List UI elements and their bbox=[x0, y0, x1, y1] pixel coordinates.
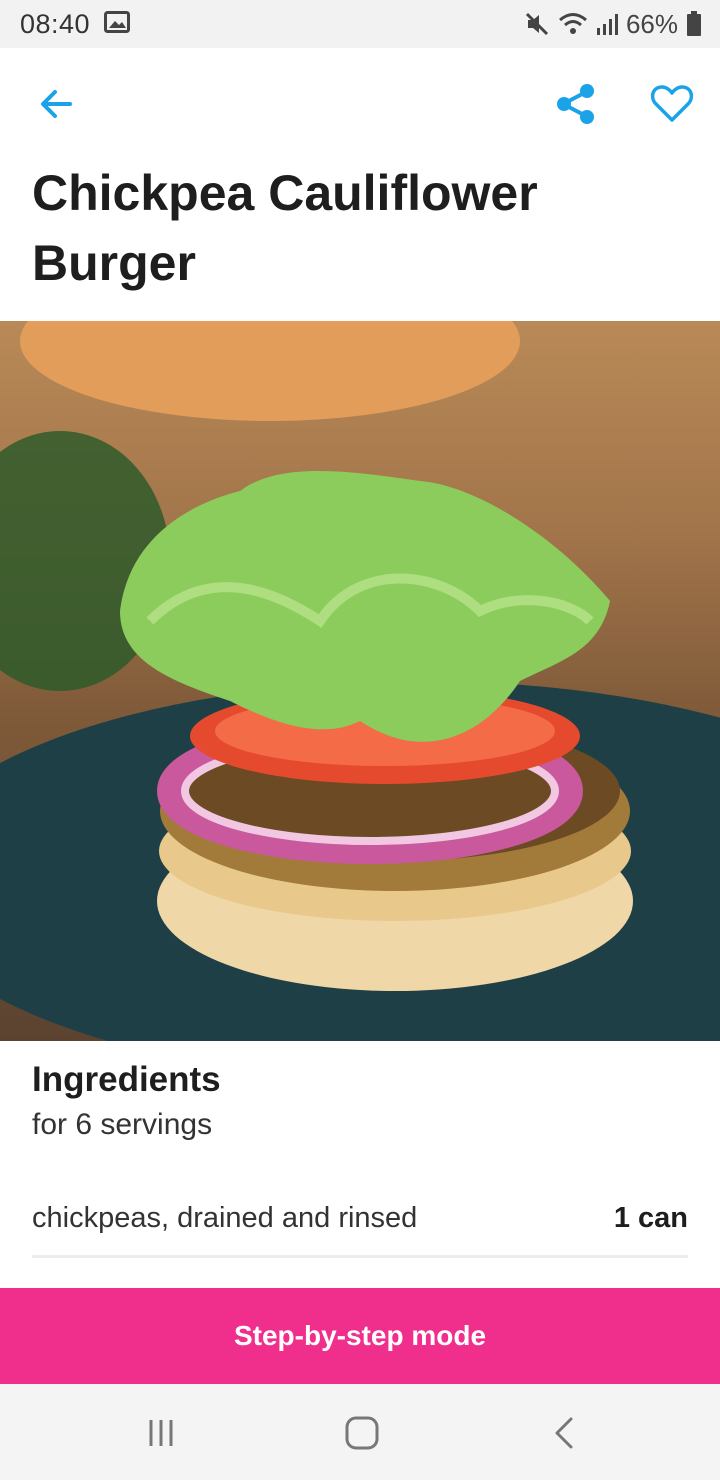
status-bar: 08:40 66% bbox=[0, 0, 720, 48]
home-icon bbox=[345, 1416, 379, 1450]
share-button[interactable] bbox=[548, 76, 604, 132]
back-button[interactable] bbox=[28, 76, 84, 132]
servings-text: for 6 servings bbox=[32, 1108, 213, 1141]
battery-percent: 66% bbox=[625, 8, 678, 39]
ingredient-quantity: 1 can bbox=[613, 1202, 688, 1234]
recipe-title: Chickpea Cauliflower Burger bbox=[32, 165, 538, 291]
ingredient-name: chickpeas, drained and rinsed bbox=[32, 1202, 418, 1234]
recent-apps-icon bbox=[149, 1420, 173, 1446]
top-action-bar bbox=[0, 48, 720, 160]
step-by-step-button[interactable]: Step-by-step mode bbox=[0, 1288, 720, 1384]
burger-image bbox=[0, 321, 720, 1041]
recipe-video[interactable] bbox=[0, 321, 720, 1041]
wifi-icon bbox=[558, 12, 588, 36]
heart-icon bbox=[650, 85, 694, 122]
mute-icon bbox=[524, 11, 550, 37]
home-button[interactable] bbox=[332, 1408, 392, 1458]
status-time: 08:40 bbox=[20, 8, 91, 39]
back-arrow-icon bbox=[41, 90, 72, 118]
ingredient-row: chickpeas, drained and rinsed 1 can bbox=[32, 1190, 688, 1258]
recent-apps-button[interactable] bbox=[131, 1408, 191, 1458]
battery-icon bbox=[686, 11, 702, 37]
step-by-step-label: Step-by-step mode bbox=[233, 1320, 487, 1351]
back-icon bbox=[555, 1417, 573, 1449]
nav-back-button[interactable] bbox=[534, 1408, 594, 1458]
system-nav-bar bbox=[0, 1384, 720, 1480]
favorite-button[interactable] bbox=[644, 76, 700, 132]
image-icon bbox=[104, 10, 131, 38]
signal-icon bbox=[596, 12, 618, 36]
share-icon bbox=[557, 84, 594, 124]
ingredients-heading: Ingredients bbox=[32, 1060, 221, 1099]
